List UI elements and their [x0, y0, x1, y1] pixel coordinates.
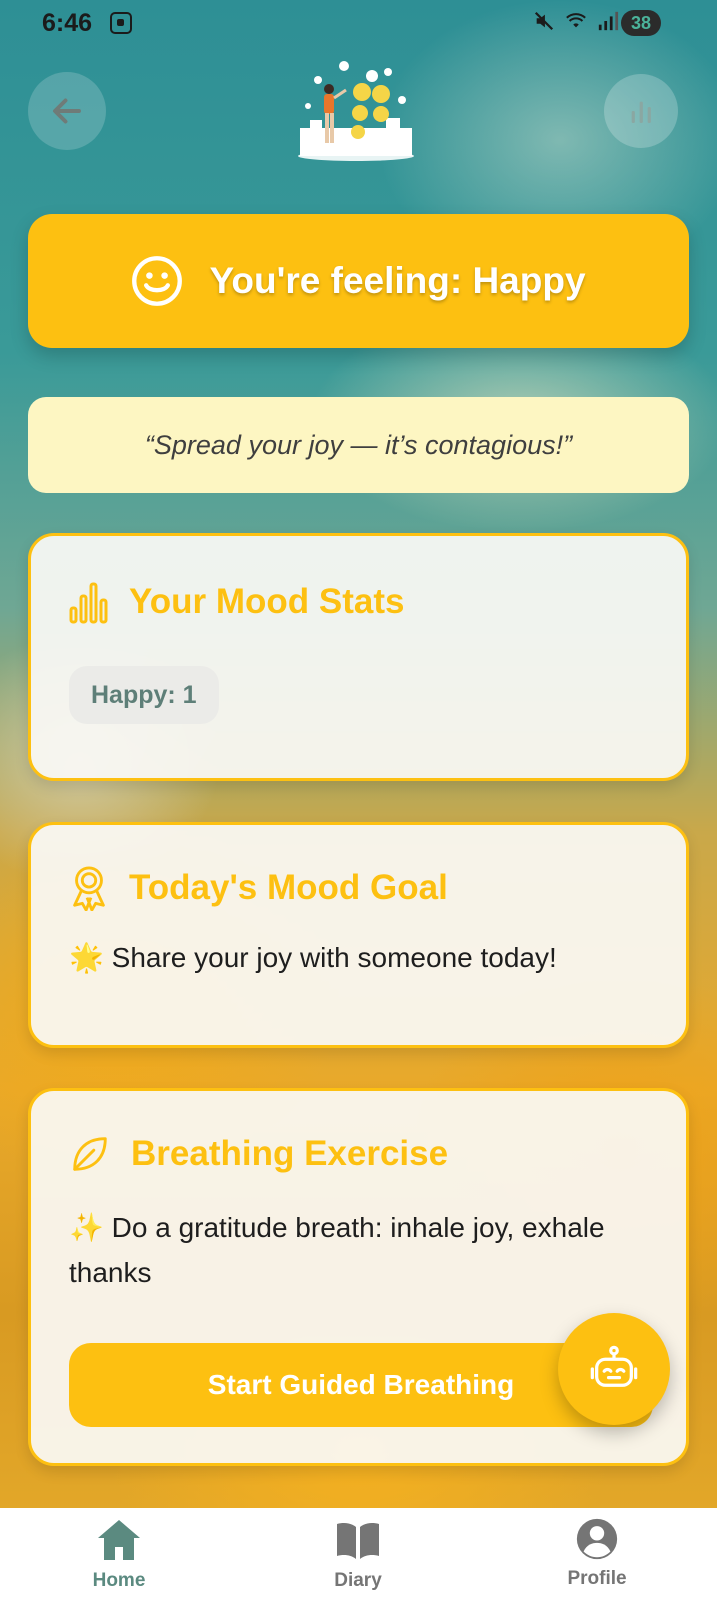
mood-goal-title: Today's Mood Goal [129, 868, 448, 907]
mood-count-chip: Happy: 1 [69, 666, 219, 724]
status-time: 6:46 [42, 9, 93, 37]
breathing-header: Breathing Exercise [69, 1133, 448, 1175]
nav-home[interactable]: Home [49, 1516, 189, 1592]
arrow-left-icon [53, 98, 81, 124]
nav-profile[interactable]: Profile [527, 1516, 667, 1590]
award-ribbon-icon [73, 866, 105, 911]
book-icon [337, 1523, 379, 1559]
profile-icon [576, 1518, 618, 1560]
wifi-icon [566, 13, 586, 28]
current-mood-banner: You're feeling: Happy [28, 214, 689, 348]
battery-icon: 38 [621, 10, 661, 36]
nav-diary-label: Diary [334, 1570, 382, 1591]
home-icon [98, 1520, 140, 1560]
bottom-navigation: Home Diary Profile [0, 1508, 717, 1600]
back-button[interactable] [28, 72, 106, 150]
nav-diary[interactable]: Diary [288, 1516, 428, 1592]
mood-goal-card: Today's Mood Goal 🌟 Share your joy with … [28, 822, 689, 1048]
current-mood-text: You're feeling: Happy [209, 260, 586, 301]
status-icons [533, 10, 619, 32]
status-bar: 6:46 38 [0, 0, 717, 48]
mood-illustration-logo [298, 61, 414, 161]
mood-goal-text: 🌟 Share your joy with someone today! [69, 942, 557, 973]
stats-button[interactable] [604, 74, 678, 148]
mute-icon [534, 11, 554, 31]
screenshot-icon [110, 12, 132, 34]
mood-stats-header: Your Mood Stats [69, 580, 404, 624]
mood-quote: “Spread your joy — it’s contagious!” [28, 397, 689, 493]
leaf-icon [73, 1137, 107, 1171]
bar-chart-icon [69, 582, 108, 624]
signal-icon [598, 11, 619, 31]
bar-chart-icon [631, 101, 651, 123]
mood-stats-card: Your Mood Stats Happy: 1 [28, 533, 689, 781]
breathing-title: Breathing Exercise [131, 1134, 449, 1173]
mood-stats-title: Your Mood Stats [129, 582, 405, 621]
robot-icon [590, 1345, 638, 1387]
chatbot-button[interactable] [558, 1313, 670, 1425]
smiley-face-icon [132, 256, 183, 306]
breathing-text: ✨ Do a gratitude breath: inhale joy, exh… [69, 1212, 605, 1288]
mood-goal-header: Today's Mood Goal [69, 865, 448, 911]
nav-profile-label: Profile [567, 1568, 627, 1589]
nav-home-label: Home [92, 1570, 146, 1591]
